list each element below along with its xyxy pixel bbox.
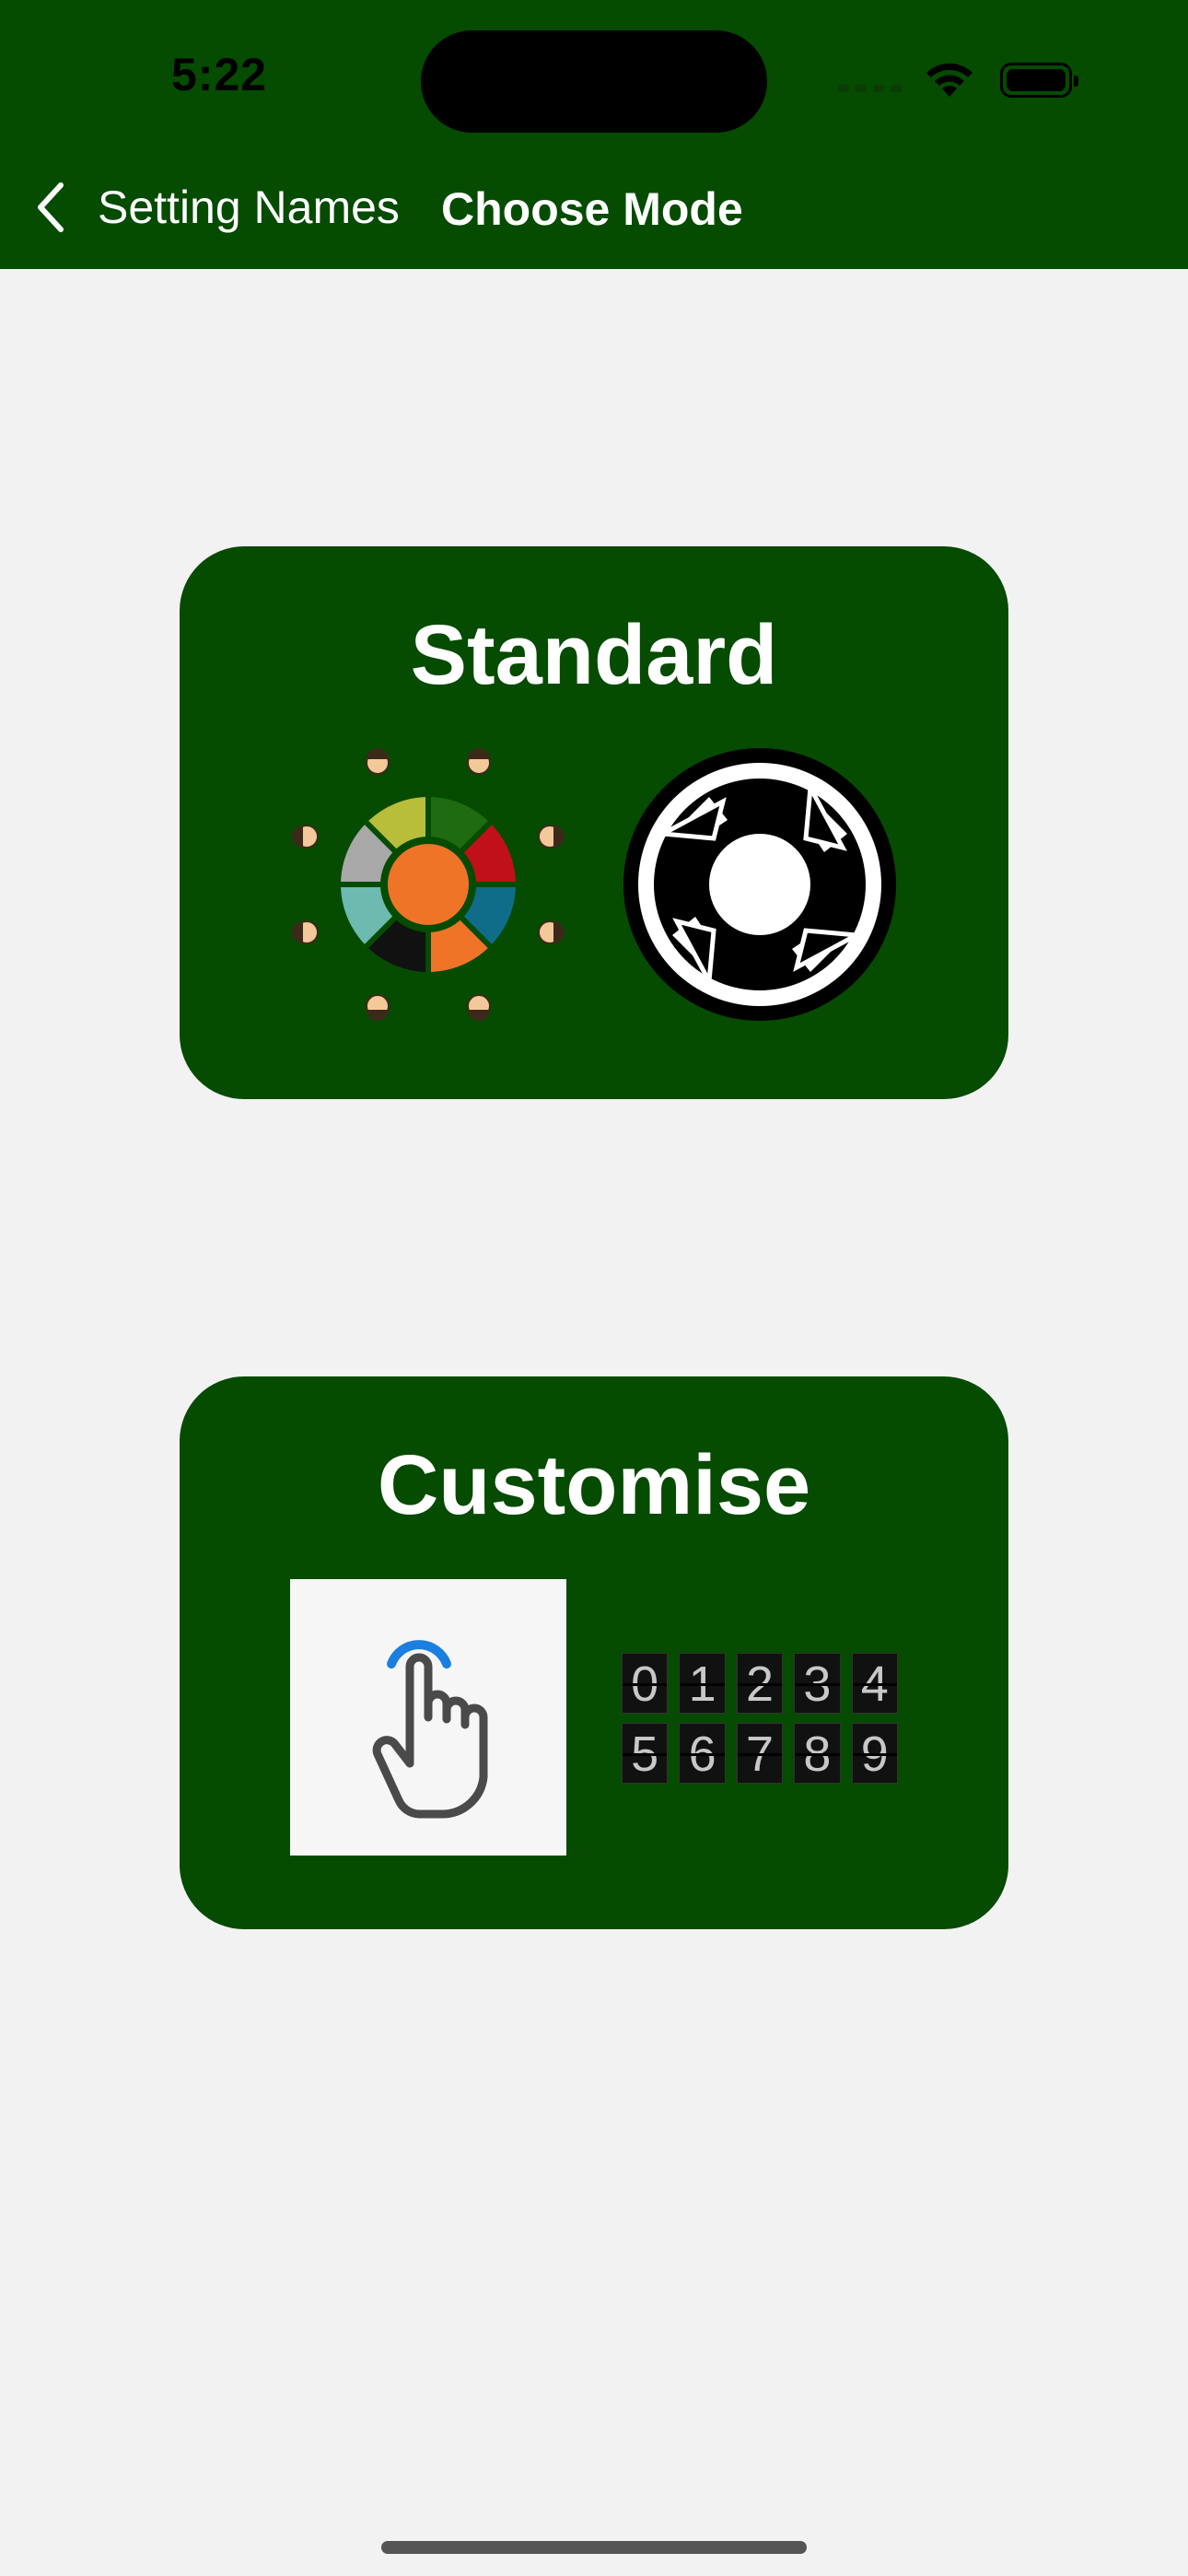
flip-digit: 6	[679, 1723, 726, 1784]
back-button[interactable]: Setting Names	[35, 181, 400, 234]
flip-digit: 4	[851, 1653, 899, 1714]
dynamic-island	[421, 30, 767, 133]
flip-digit: 2	[736, 1653, 784, 1714]
flip-digit: 9	[851, 1723, 899, 1784]
customise-mode-button[interactable]: Customise 0 1 2 3 4 5 6 7 8 9	[180, 1376, 1008, 1929]
flip-digit: 8	[794, 1723, 841, 1784]
wifi-icon	[926, 63, 973, 97]
back-button-label: Setting Names	[98, 181, 400, 233]
rotate-arrows-icon	[623, 748, 896, 1021]
flip-digit: 7	[736, 1723, 784, 1784]
flip-digit: 1	[679, 1653, 726, 1714]
standard-mode-title: Standard	[410, 608, 778, 702]
home-indicator[interactable]	[381, 2541, 807, 2554]
tap-hand-icon	[372, 1640, 488, 1819]
people-wheel-icon	[292, 748, 565, 1021]
chevron-left-icon	[38, 182, 64, 232]
battery-icon	[1000, 63, 1078, 98]
flip-digits: 0 1 2 3 4 5 6 7 8 9	[622, 1653, 899, 1793]
cellular-signal-icon	[838, 85, 902, 92]
tap-tile	[290, 1579, 566, 1856]
flip-digit: 0	[622, 1653, 669, 1714]
standard-mode-button[interactable]: Standard	[180, 546, 1008, 1099]
flip-digit: 3	[794, 1653, 841, 1714]
status-time: 5:22	[171, 49, 268, 100]
page-title: Choose Mode	[441, 183, 743, 235]
navigation-bar: Setting Names Choose Mode	[0, 175, 1188, 243]
customise-mode-title: Customise	[377, 1438, 811, 1532]
top-bar: 5:22 Setting Names Choose Mode	[0, 0, 1188, 269]
flip-digit: 5	[622, 1723, 669, 1784]
